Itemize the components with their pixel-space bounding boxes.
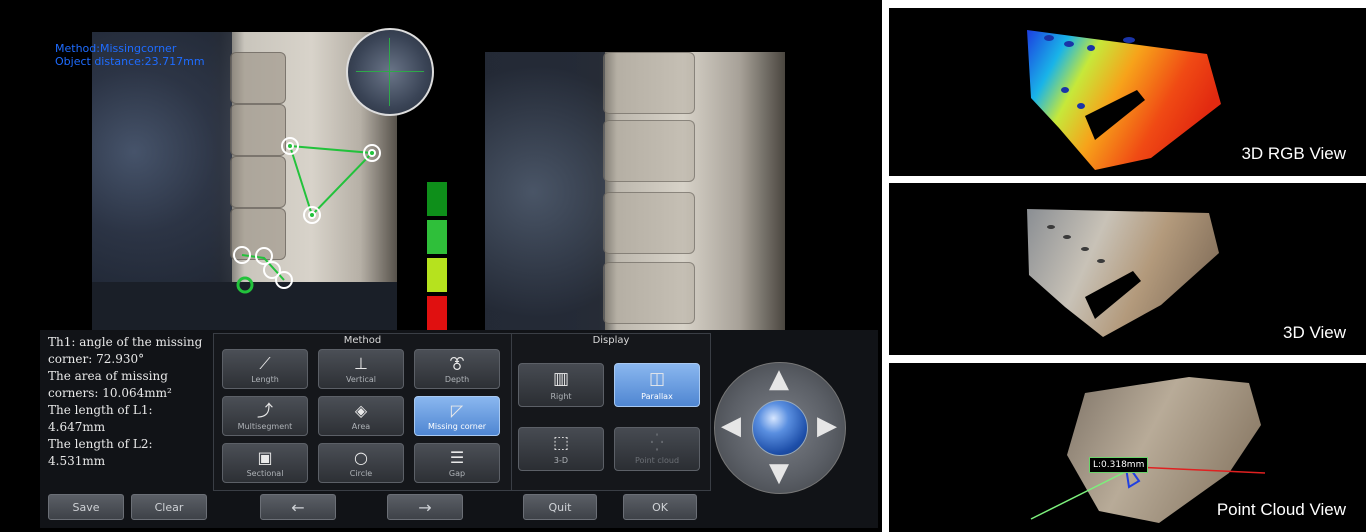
right-camera-image xyxy=(485,52,785,332)
clear-button[interactable]: Clear xyxy=(131,494,207,520)
signal-segment-3 xyxy=(427,258,447,292)
display-right-button[interactable]: ▥ Right xyxy=(518,363,604,407)
signal-segment-2 xyxy=(427,220,447,254)
marker-1 xyxy=(233,137,381,289)
method-multisegment-button[interactable]: ⤴ Multisegment xyxy=(222,396,308,436)
overlay-info: Method:Missingcorner Object distance:23.… xyxy=(55,42,205,68)
point-cloud-icon: ⁛ xyxy=(650,433,664,453)
left-arrow-icon[interactable]: ◀ xyxy=(716,413,746,443)
signal-segment-4 xyxy=(427,296,447,330)
dpad-center-button[interactable] xyxy=(752,400,808,456)
method-depth-button[interactable]: ⯔ Depth xyxy=(414,349,500,389)
method-sectional-button[interactable]: ▣ Sectional xyxy=(222,443,308,483)
sectional-icon: ▣ xyxy=(257,448,273,467)
vertical-icon: ⊥ xyxy=(354,354,368,373)
save-button[interactable]: Save xyxy=(48,494,124,520)
missing-corner-icon: ◸ xyxy=(450,401,464,420)
view-label: 3D View xyxy=(1283,323,1346,342)
method-circle-button[interactable]: ○ Circle xyxy=(318,443,404,483)
result-line: 4.647mm xyxy=(48,420,106,434)
object-distance-text: Object distance:23.717mm xyxy=(55,55,205,68)
view-label: Point Cloud View xyxy=(1216,500,1346,519)
display-point-cloud-button[interactable]: ⁛ Point cloud xyxy=(614,427,700,471)
point-cloud-view[interactable]: L:0.318mm Point Cloud View xyxy=(889,363,1366,532)
magnifier-loupe xyxy=(346,28,434,116)
textured-3d-view[interactable]: 3D View xyxy=(889,183,1366,355)
method-gap-button[interactable]: ☰ Gap xyxy=(414,443,500,483)
right-arrow-icon[interactable]: ▶ xyxy=(812,413,842,443)
multisegment-icon: ⤴ xyxy=(256,401,273,420)
result-line: 4.531mm xyxy=(48,454,106,468)
results-panel: Th1: angle of the missing corner: 72.930… xyxy=(40,332,210,490)
method-text: Method:Missingcorner xyxy=(55,42,177,55)
parallax-icon: ◫ xyxy=(648,369,666,389)
method-length-button[interactable]: ⟋ Length xyxy=(222,349,308,389)
method-area-button[interactable]: ◈ Area xyxy=(318,396,404,436)
down-arrow-icon[interactable]: ▼ xyxy=(764,460,794,490)
display-3d-button[interactable]: ⬚ 3-D xyxy=(518,427,604,471)
method-panel-title: Method xyxy=(343,335,382,346)
forward-arrow-button[interactable]: → xyxy=(387,494,463,520)
method-vertical-button[interactable]: ⊥ Vertical xyxy=(318,349,404,389)
measurement-screen: Method:Missingcorner Object distance:23.… xyxy=(0,0,882,532)
length-icon: ⟋ xyxy=(259,354,271,373)
signal-segment-1 xyxy=(427,182,447,216)
display-parallax-button[interactable]: ◫ Parallax xyxy=(614,363,700,407)
ok-button[interactable]: OK xyxy=(623,494,697,520)
gap-icon: ☰ xyxy=(449,448,465,467)
display-panel-title: Display xyxy=(592,335,630,346)
measurement-label: L:0.318mm xyxy=(1089,457,1149,473)
view-label: 3D RGB View xyxy=(1241,144,1346,163)
result-line: Th1: angle of the missing xyxy=(48,335,203,349)
right-view-icon: ▥ xyxy=(552,369,570,389)
circle-icon: ○ xyxy=(354,448,368,467)
result-line: corner: 72.930° xyxy=(48,352,145,366)
result-line: The length of L1: xyxy=(48,403,153,417)
quit-button[interactable]: Quit xyxy=(523,494,597,520)
rgb-3d-view[interactable]: 3D RGB View xyxy=(889,8,1366,176)
result-line: The area of missing xyxy=(48,369,168,383)
area-icon: ◈ xyxy=(354,401,368,420)
up-arrow-icon[interactable]: ▲ xyxy=(764,366,794,396)
method-missing-corner-button[interactable]: ◸ Missing corner xyxy=(414,396,500,436)
result-line: The length of L2: xyxy=(48,437,153,451)
result-line: corners: 10.064mm² xyxy=(48,386,172,400)
depth-icon: ⯔ xyxy=(449,354,465,373)
back-arrow-button[interactable]: ← xyxy=(260,494,336,520)
cube-icon: ⬚ xyxy=(552,433,570,453)
